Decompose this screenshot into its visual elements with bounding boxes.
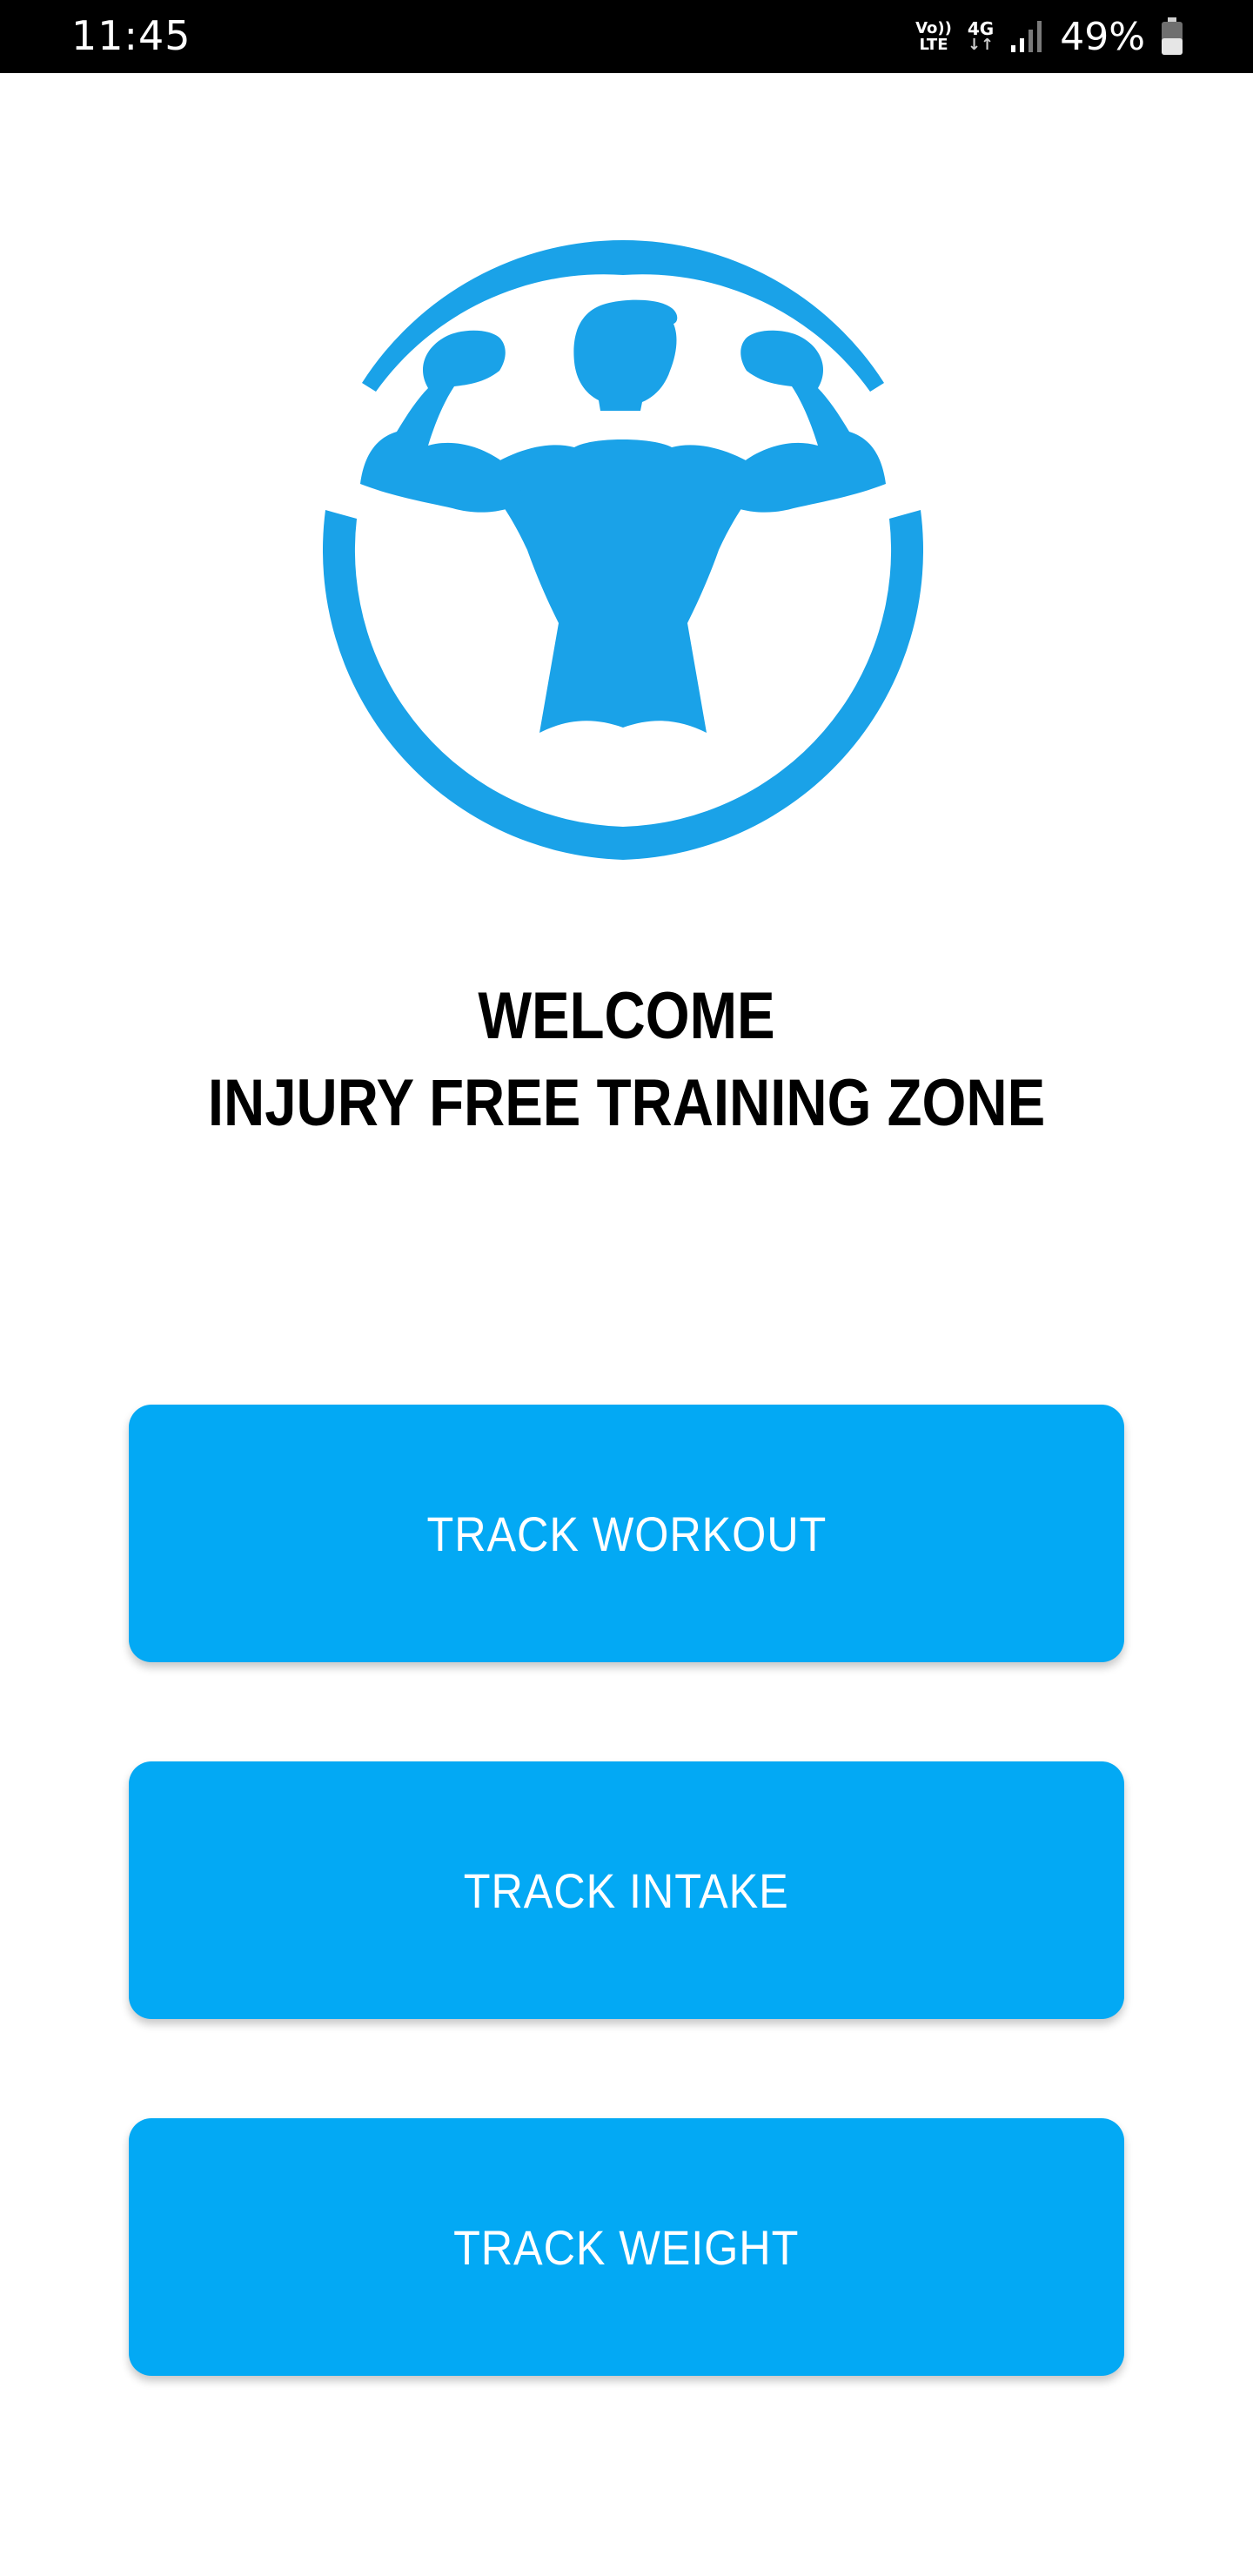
- volte-icon: Vo)) LTE: [915, 20, 952, 53]
- track-intake-button[interactable]: TRACK INTAKE: [129, 1761, 1124, 2019]
- bodybuilder-icon: [322, 240, 924, 860]
- signal-icon: [1009, 19, 1044, 54]
- battery-icon: [1161, 17, 1183, 56]
- network-arrows: ↓↑: [967, 36, 995, 54]
- status-icons: Vo)) LTE 4G ↓↑ 49%: [915, 10, 1183, 63]
- track-workout-button[interactable]: TRACK WORKOUT: [129, 1405, 1124, 1662]
- battery-percent: 49%: [1060, 14, 1145, 59]
- status-bar: 11:45 Vo)) LTE 4G ↓↑ 49%: [0, 0, 1253, 73]
- welcome-heading: WELCOME INJURY FREE TRAINING ZONE: [88, 973, 1165, 1147]
- network-type-icon: 4G ↓↑: [968, 20, 994, 53]
- track-intake-label: TRACK INTAKE: [464, 1862, 789, 1918]
- track-weight-label: TRACK WEIGHT: [453, 2219, 800, 2275]
- network-type-label: 4G: [967, 18, 995, 39]
- track-weight-button[interactable]: TRACK WEIGHT: [129, 2118, 1124, 2376]
- welcome-title: WELCOME: [478, 979, 775, 1053]
- status-time: 11:45: [71, 12, 191, 59]
- volte-bottom-label: LTE: [919, 36, 948, 54]
- welcome-subtitle: INJURY FREE TRAINING ZONE: [207, 1066, 1046, 1140]
- track-workout-label: TRACK WORKOUT: [426, 1506, 827, 1561]
- app-logo: [313, 240, 933, 860]
- volte-top-label: Vo)): [915, 19, 952, 37]
